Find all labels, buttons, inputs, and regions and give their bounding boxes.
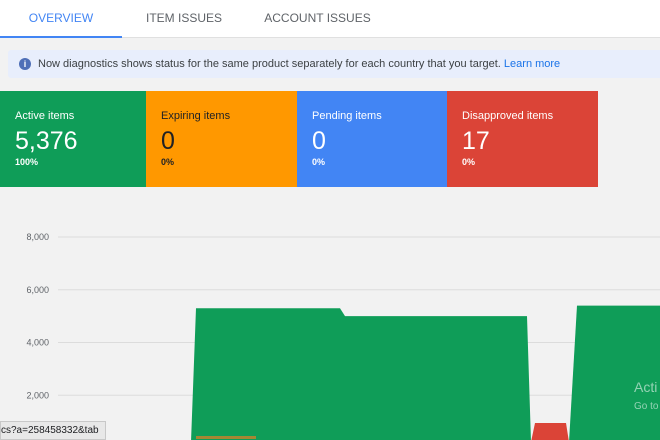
watermark-line1: Acti bbox=[634, 379, 657, 395]
active-items-area bbox=[569, 305, 660, 440]
y-tick-label: 6,000 bbox=[26, 285, 49, 295]
info-banner: i Now diagnostics shows status for the s… bbox=[8, 50, 660, 78]
card-percent: 0% bbox=[312, 157, 326, 167]
top-tab-bar: OVERVIEW ITEM ISSUES ACCOUNT ISSUES bbox=[0, 0, 660, 38]
card-label: Pending items bbox=[312, 110, 382, 122]
status-bar-url: cs?a=258458332&tab bbox=[0, 421, 106, 440]
card-label: Disapproved items bbox=[462, 110, 554, 122]
card-percent: 0% bbox=[161, 157, 175, 167]
y-tick-label: 4,000 bbox=[26, 338, 49, 348]
card-percent: 0% bbox=[462, 157, 476, 167]
tab-account-issues-label: ACCOUNT ISSUES bbox=[264, 11, 371, 25]
card-active-items[interactable]: Active items 5,376 100% bbox=[0, 91, 146, 187]
watermark-line2: Go to bbox=[634, 401, 659, 412]
tab-overview[interactable]: OVERVIEW bbox=[0, 0, 122, 38]
active-tab-indicator bbox=[0, 36, 122, 38]
card-count: 5,376 bbox=[15, 127, 78, 155]
active-items-area bbox=[191, 308, 531, 440]
y-tick-label: 8,000 bbox=[26, 232, 49, 242]
card-label: Active items bbox=[15, 110, 75, 122]
card-percent: 100% bbox=[15, 157, 39, 167]
card-count: 0 bbox=[161, 127, 175, 155]
expiring-items-area bbox=[196, 436, 256, 439]
y-tick-label: 2,000 bbox=[26, 390, 49, 400]
disapproved-items-area bbox=[531, 423, 569, 440]
card-disapproved-items[interactable]: Disapproved items 17 0% bbox=[447, 91, 598, 187]
info-icon: i bbox=[19, 58, 31, 70]
card-count: 17 bbox=[462, 127, 490, 155]
card-pending-items[interactable]: Pending items 0 0% bbox=[297, 91, 447, 187]
banner-text: Now diagnostics shows status for the sam… bbox=[38, 58, 501, 70]
card-label: Expiring items bbox=[161, 110, 231, 122]
card-expiring-items[interactable]: Expiring items 0 0% bbox=[146, 91, 297, 187]
items-area-chart: 8,000 6,000 4,000 2,000 Acti Go to bbox=[26, 232, 660, 440]
tab-item-issues-label: ITEM ISSUES bbox=[145, 11, 222, 25]
learn-more-link[interactable]: Learn more bbox=[504, 58, 560, 70]
tab-account-issues[interactable]: ACCOUNT ISSUES bbox=[250, 0, 385, 38]
tab-item-issues[interactable]: ITEM ISSUES bbox=[128, 0, 240, 38]
tab-overview-label: OVERVIEW bbox=[28, 11, 94, 25]
card-count: 0 bbox=[312, 127, 326, 155]
